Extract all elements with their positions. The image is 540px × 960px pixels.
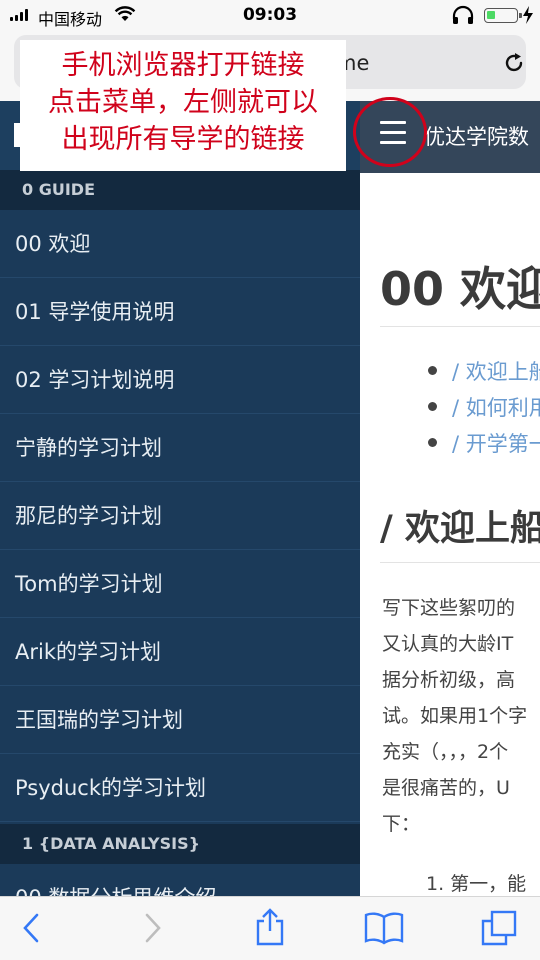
toc-link[interactable]: / 如何利用 [452, 392, 540, 422]
annotation-line: 出现所有导学的链接 [61, 124, 305, 155]
share-icon[interactable] [254, 907, 286, 947]
bullet-icon [428, 402, 437, 411]
toc-link[interactable]: / 欢迎上船 [452, 356, 540, 386]
tabs-icon[interactable] [480, 909, 518, 947]
back-icon[interactable] [20, 911, 44, 945]
paragraph-line: 试。如果用1个字 [382, 705, 528, 727]
sidebar-item[interactable]: 00 欢迎 [0, 210, 360, 278]
sidebar-item[interactable]: Arik的学习计划 [0, 618, 360, 686]
sidebar-item[interactable]: 王国瑞的学习计划 [0, 686, 360, 754]
sidebar-item[interactable]: 那尼的学习计划 [0, 482, 360, 550]
list-item: 1. 第一，能 [426, 873, 527, 895]
sidebar-item[interactable]: 01 导学使用说明 [0, 278, 360, 346]
battery-level [487, 11, 495, 19]
sidebar-item[interactable]: Tom的学习计划 [0, 550, 360, 618]
sidebar-section-data-analysis: 1 {DATA ANALYSIS} [0, 824, 360, 864]
section-heading: / 欢迎上船 [380, 509, 540, 549]
sidebar-item[interactable]: 02 学习计划说明 [0, 346, 360, 414]
browser-toolbar [0, 896, 540, 960]
sidebar-item[interactable]: 宁静的学习计划 [0, 414, 360, 482]
bullet-icon [428, 366, 437, 375]
paragraph-line: 写下这些絮叨的 [382, 597, 516, 619]
charging-bolt-icon [523, 6, 533, 24]
toc-link[interactable]: / 开学第一 [452, 428, 540, 458]
paragraph-line: 下： [382, 813, 421, 835]
sidebar-item[interactable]: 00 数据分析思维介绍 [0, 864, 360, 896]
bookmarks-icon[interactable] [364, 911, 404, 945]
paragraph-line: 是很痛苦的，U [382, 777, 510, 799]
annotation-line: 手机浏览器打开链接 [61, 50, 305, 81]
reload-icon[interactable] [502, 51, 526, 75]
site-title: 优达学院数 [424, 125, 529, 149]
battery-icon [484, 8, 522, 23]
paragraph-line: 又认真的大龄IT [382, 633, 514, 655]
headphone-icon [452, 5, 474, 24]
page-title: 00 欢迎 [380, 262, 540, 316]
sidebar-nav: 0 GUIDE 00 欢迎 01 导学使用说明 02 学习计划说明 宁静的学习计… [0, 101, 360, 896]
status-bar: 中国移动 09:03 [0, 0, 540, 32]
annotation-line: 点击菜单，左侧就可以 [48, 87, 318, 118]
annotation-circle [353, 97, 427, 167]
sidebar-section-guide: 0 GUIDE [0, 170, 360, 210]
annotation-note: 手机浏览器打开链接 点击菜单，左侧就可以 出现所有导学的链接 [20, 40, 346, 171]
bullet-icon [428, 438, 437, 447]
sidebar-item[interactable]: Psyduck的学习计划 [0, 754, 360, 822]
main-content: 00 欢迎 / 欢迎上船 / 如何利用 / 开学第一 / 欢迎上船 写下这些絮叨… [360, 173, 540, 896]
paragraph-line: 据分析初级，高 [382, 669, 516, 691]
divider [380, 326, 540, 327]
divider [380, 562, 540, 563]
paragraph-line: 充实（，，，2个 [382, 741, 509, 763]
forward-icon[interactable] [140, 911, 164, 945]
